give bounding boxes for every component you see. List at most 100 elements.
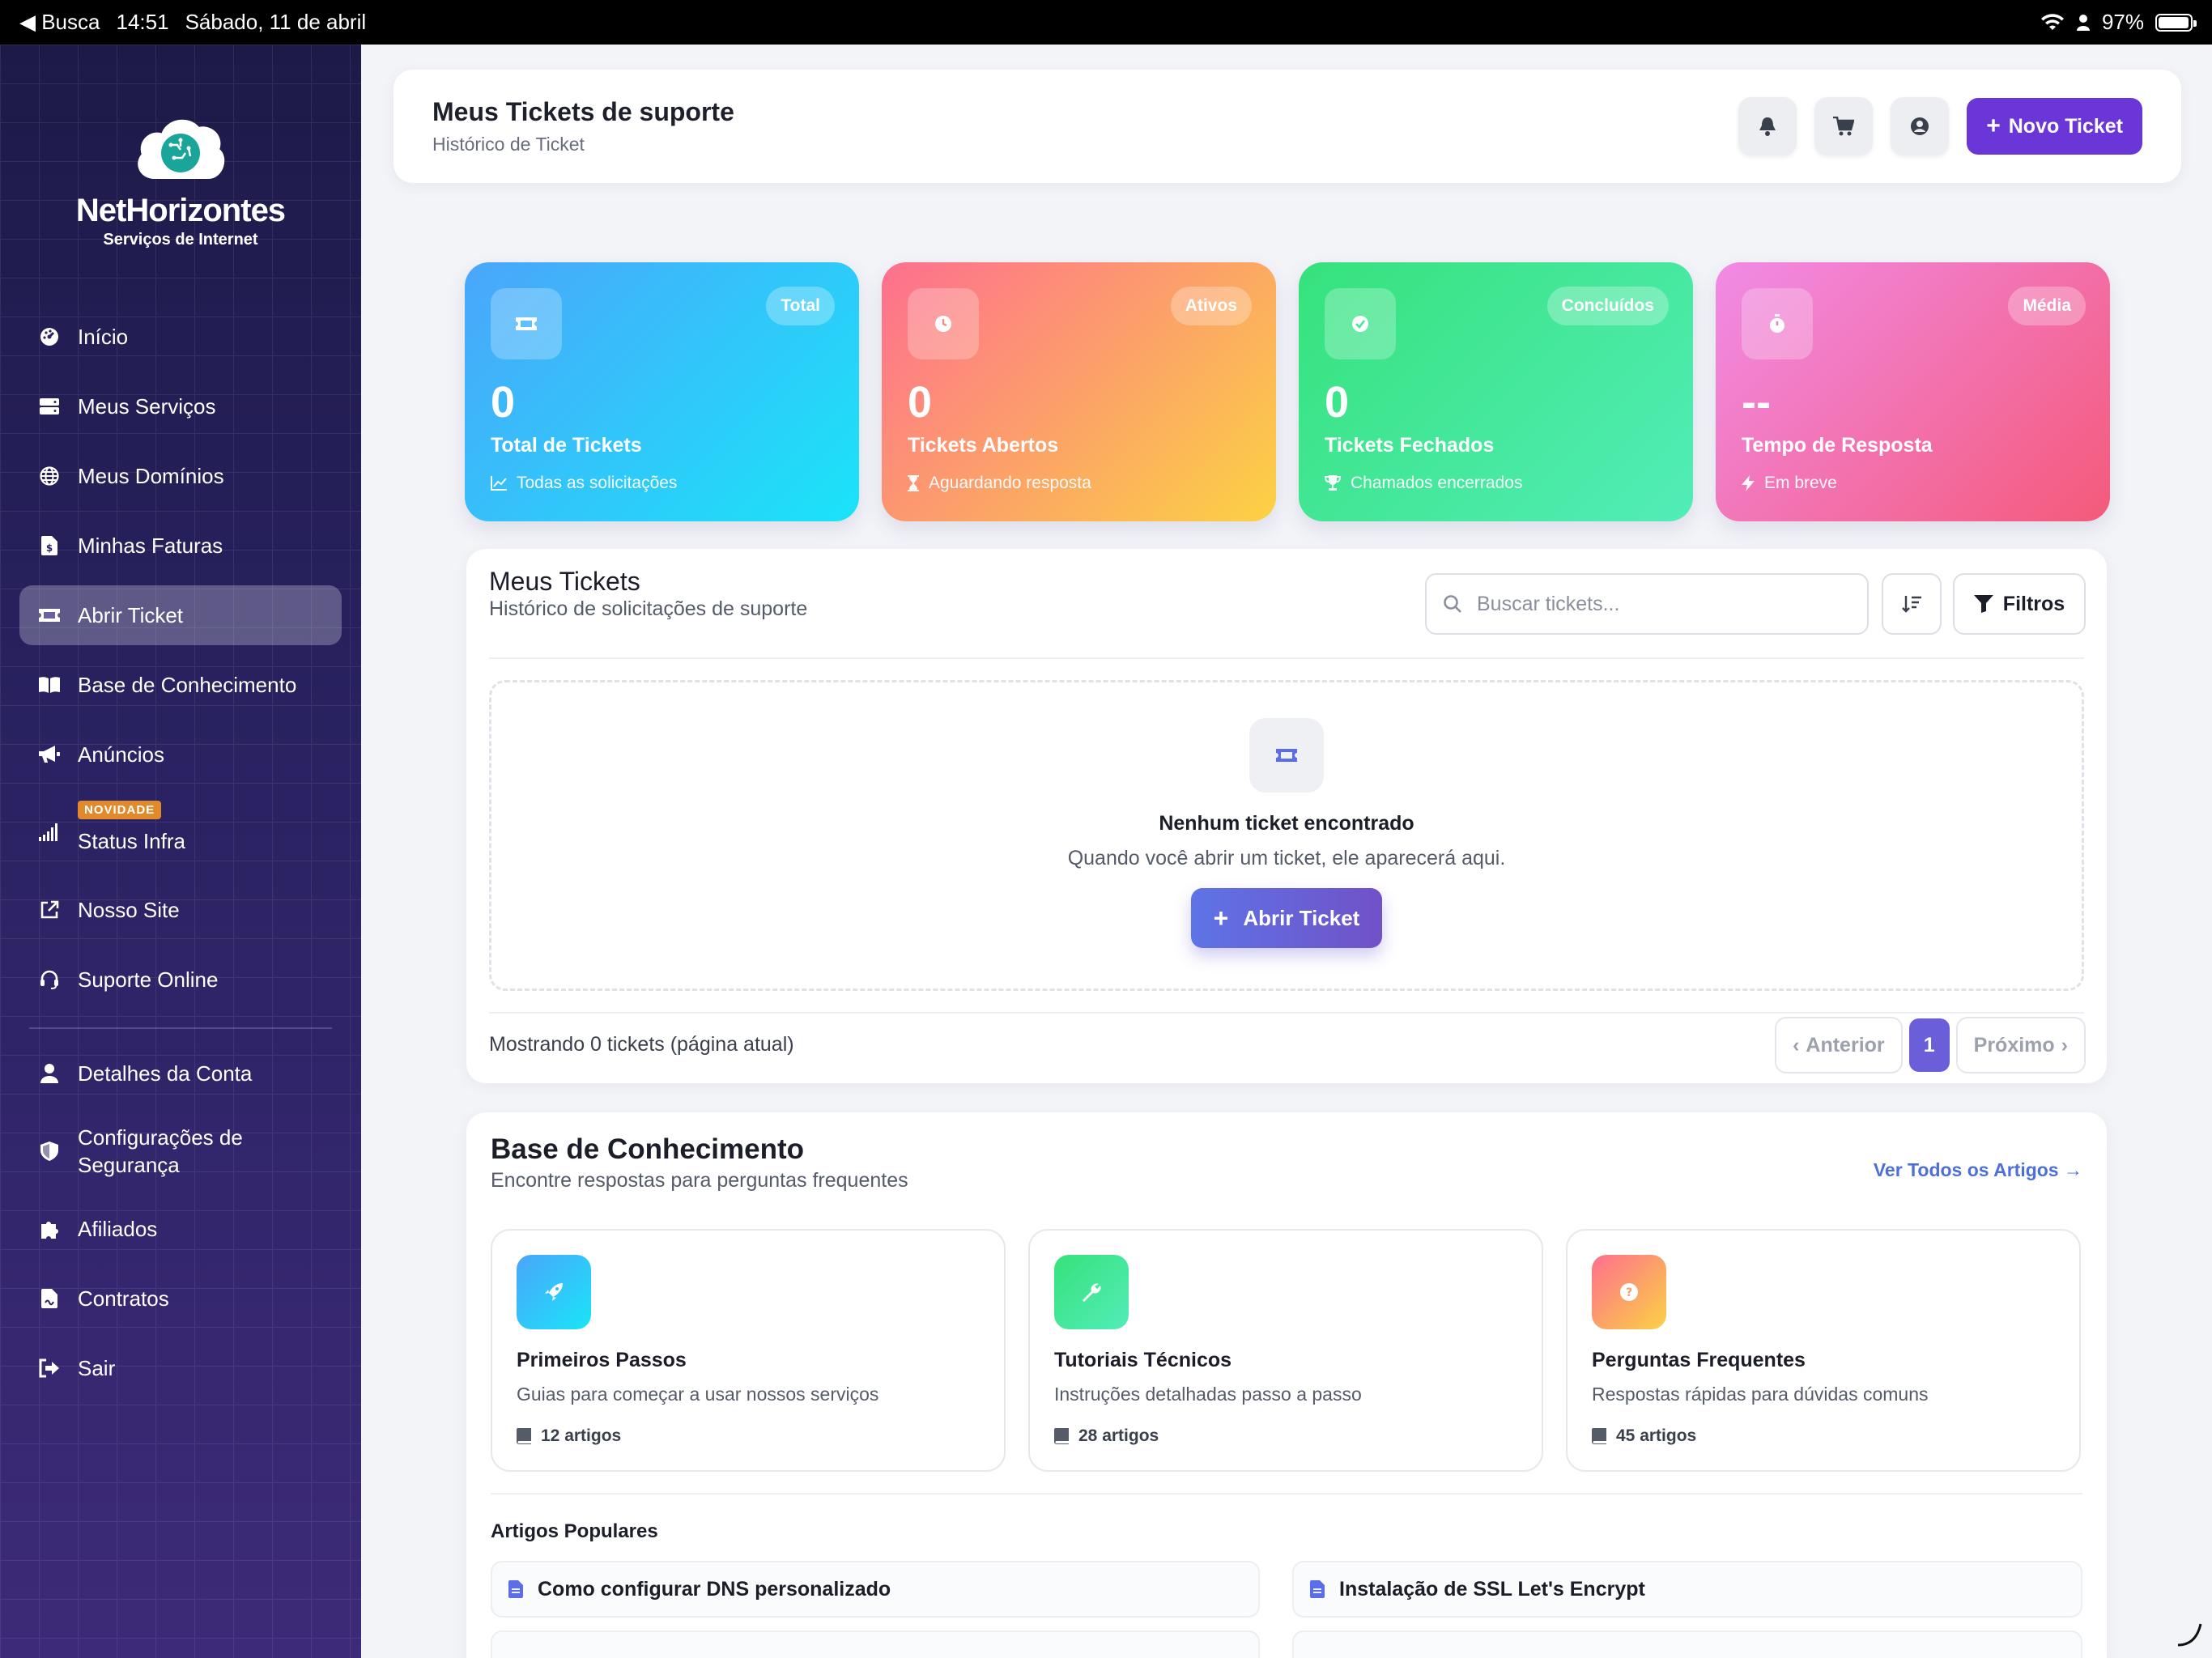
stat-label: Tickets Fechados: [1325, 434, 1495, 457]
sidebar-item-meus-dominios[interactable]: Meus Domínios: [19, 446, 342, 506]
wifi-icon: [2040, 13, 2064, 30]
resize-handle-icon[interactable]: [2175, 1619, 2204, 1648]
kb-card-perguntas[interactable]: ? Perguntas Frequentes Respostas rápidas…: [1566, 1229, 2081, 1472]
stat-card-media: Média -- Tempo de Resposta Em breve: [1716, 262, 2110, 521]
sidebar-item-minhas-faturas[interactable]: $ Minhas Faturas: [19, 516, 342, 576]
cart-icon: [1833, 117, 1855, 136]
stat-label: Tickets Abertos: [908, 434, 1059, 457]
back-to-search-link[interactable]: ◀ Busca: [19, 10, 100, 35]
kb-card-title: Primeiros Passos: [517, 1349, 687, 1371]
ticket-icon: [1249, 718, 1324, 793]
previous-page-button[interactable]: ‹ Anterior: [1775, 1017, 1903, 1073]
sidebar-item-abrir-ticket[interactable]: Abrir Ticket: [19, 585, 342, 645]
profile-button[interactable]: [1891, 97, 1950, 155]
popular-article-link-partial[interactable]: [491, 1630, 1260, 1658]
sidebar-item-label: Minhas Faturas: [78, 533, 223, 558]
stat-label: Total de Tickets: [491, 434, 642, 457]
person-icon: [2076, 14, 2090, 31]
brand[interactable]: NetHorizontes Serviços de Internet: [0, 109, 361, 249]
contract-icon: [39, 1288, 60, 1309]
kb-card-count: 12 artigos: [517, 1426, 980, 1446]
sidebar-item-nosso-site[interactable]: Nosso Site: [19, 880, 342, 940]
dashboard-icon: [39, 326, 60, 347]
sidebar-item-meus-servicos[interactable]: Meus Serviços: [19, 376, 342, 436]
sidebar-item-contratos[interactable]: Contratos: [19, 1269, 342, 1329]
sidebar-item-detalhes-conta[interactable]: Detalhes da Conta: [19, 1044, 342, 1103]
sidebar-item-status-infra[interactable]: NOVIDADE Status Infra: [19, 794, 342, 870]
sort-button[interactable]: [1882, 573, 1942, 635]
kb-card-primeiros-passos[interactable]: Primeiros Passos Guias para começar a us…: [491, 1229, 1006, 1472]
kb-card-count-label: 12 artigos: [541, 1426, 622, 1445]
popular-article-link[interactable]: Como configurar DNS personalizado: [491, 1561, 1260, 1618]
status-date: Sábado, 11 de abril: [185, 10, 367, 34]
cart-button[interactable]: [1814, 97, 1874, 155]
popular-article-link-partial[interactable]: [1292, 1630, 2082, 1658]
stat-pill: Ativos: [1170, 287, 1252, 325]
page-title: Meus Tickets de suporte: [432, 97, 734, 126]
sidebar: NetHorizontes Serviços de Internet Iníci…: [0, 45, 361, 1658]
book-icon: [39, 674, 60, 695]
stat-subtext-label: Em breve: [1764, 474, 1837, 492]
stat-subtext-label: Todas as solicitações: [517, 474, 678, 492]
sidebar-item-anuncios[interactable]: Anúncios: [19, 725, 342, 784]
stat-value: 0: [1325, 378, 1350, 427]
kb-card-count-label: 28 artigos: [1078, 1426, 1159, 1445]
kb-card-tutoriais[interactable]: Tutoriais Técnicos Instruções detalhadas…: [1028, 1229, 1543, 1472]
popular-article-link[interactable]: Instalação de SSL Let's Encrypt: [1292, 1561, 2082, 1618]
ticket-icon: [39, 605, 60, 626]
next-label: Próximo: [1973, 1033, 2055, 1056]
chevron-left-icon: ‹: [1793, 1033, 1800, 1056]
sidebar-item-config-seguranca[interactable]: Configurações de Segurança: [19, 1113, 342, 1189]
tickets-panel: Meus Tickets Histórico de solicitações d…: [466, 549, 2107, 1083]
kb-card-count: 28 artigos: [1054, 1426, 1517, 1446]
sidebar-item-sair[interactable]: Sair: [19, 1338, 342, 1398]
wrench-icon: [1054, 1255, 1129, 1329]
globe-icon: [39, 466, 60, 487]
page-number-button[interactable]: 1: [1908, 1018, 1950, 1072]
sidebar-item-inicio[interactable]: Início: [19, 307, 342, 367]
sidebar-item-label: Status Infra: [78, 828, 185, 853]
sort-icon: [1902, 596, 1921, 613]
tickets-title: Meus Tickets: [489, 567, 640, 596]
kb-divider: [491, 1493, 2082, 1494]
search-tickets-input[interactable]: Buscar tickets...: [1425, 573, 1869, 635]
new-ticket-button[interactable]: + Novo Ticket: [1967, 98, 2142, 155]
stats-row: Total 0 Total de Tickets Todas as solici…: [465, 262, 2110, 521]
sidebar-item-label: Suporte Online: [78, 967, 219, 992]
question-icon: ?: [1592, 1255, 1666, 1329]
tickets-count-text: Mostrando 0 tickets (página atual): [489, 1033, 794, 1056]
filters-label: Filtros: [2002, 592, 2065, 615]
brand-name: NetHorizontes: [75, 193, 286, 228]
plus-icon: +: [1213, 903, 1229, 933]
stat-card-total: Total 0 Total de Tickets Todas as solici…: [465, 262, 859, 521]
sidebar-item-afiliados[interactable]: Afiliados: [19, 1199, 342, 1259]
filters-button[interactable]: Filtros: [1953, 573, 2086, 635]
sidebar-item-label: Sair: [78, 1355, 116, 1380]
kb-card-title: Perguntas Frequentes: [1592, 1349, 1806, 1371]
plus-icon: +: [1986, 113, 2001, 139]
search-icon: [1444, 595, 1461, 613]
book-icon: [1592, 1428, 1606, 1444]
book-icon: [1054, 1428, 1069, 1444]
stat-card-concluidos: Concluídos 0 Tickets Fechados Chamados e…: [1299, 262, 1693, 521]
kb-card-desc: Respostas rápidas para dúvidas comuns: [1592, 1384, 1929, 1405]
sidebar-item-suporte-online[interactable]: Suporte Online: [19, 950, 342, 1010]
signal-icon: [39, 822, 60, 843]
sidebar-item-base-conhecimento[interactable]: Base de Conhecimento: [19, 655, 342, 715]
next-page-button[interactable]: Próximo ›: [1955, 1017, 2086, 1073]
open-ticket-button[interactable]: + Abrir Ticket: [1190, 888, 1383, 948]
sidebar-item-label: Detalhes da Conta: [78, 1061, 253, 1086]
view-all-articles-link[interactable]: Ver Todos os Artigos →: [1874, 1159, 2082, 1181]
trophy-icon: [1325, 475, 1341, 491]
sidebar-item-label: Abrir Ticket: [78, 602, 184, 627]
popular-article-title: Como configurar DNS personalizado: [538, 1577, 891, 1601]
sidebar-item-label: Meus Serviços: [78, 393, 216, 419]
sidebar-item-label: Nosso Site: [78, 897, 180, 922]
empty-text: Quando você abrir um ticket, ele aparece…: [1067, 847, 1506, 869]
stat-subtext-label: Chamados encerrados: [1351, 474, 1523, 492]
sidebar-item-label: Configurações de Segurança: [78, 1125, 243, 1177]
empty-state: Nenhum ticket encontrado Quando você abr…: [489, 680, 2084, 991]
kb-card-desc: Instruções detalhadas passo a passo: [1054, 1384, 1362, 1405]
knowledge-base-section: Base de Conhecimento Encontre respostas …: [466, 1112, 2107, 1658]
notifications-button[interactable]: [1738, 97, 1797, 155]
